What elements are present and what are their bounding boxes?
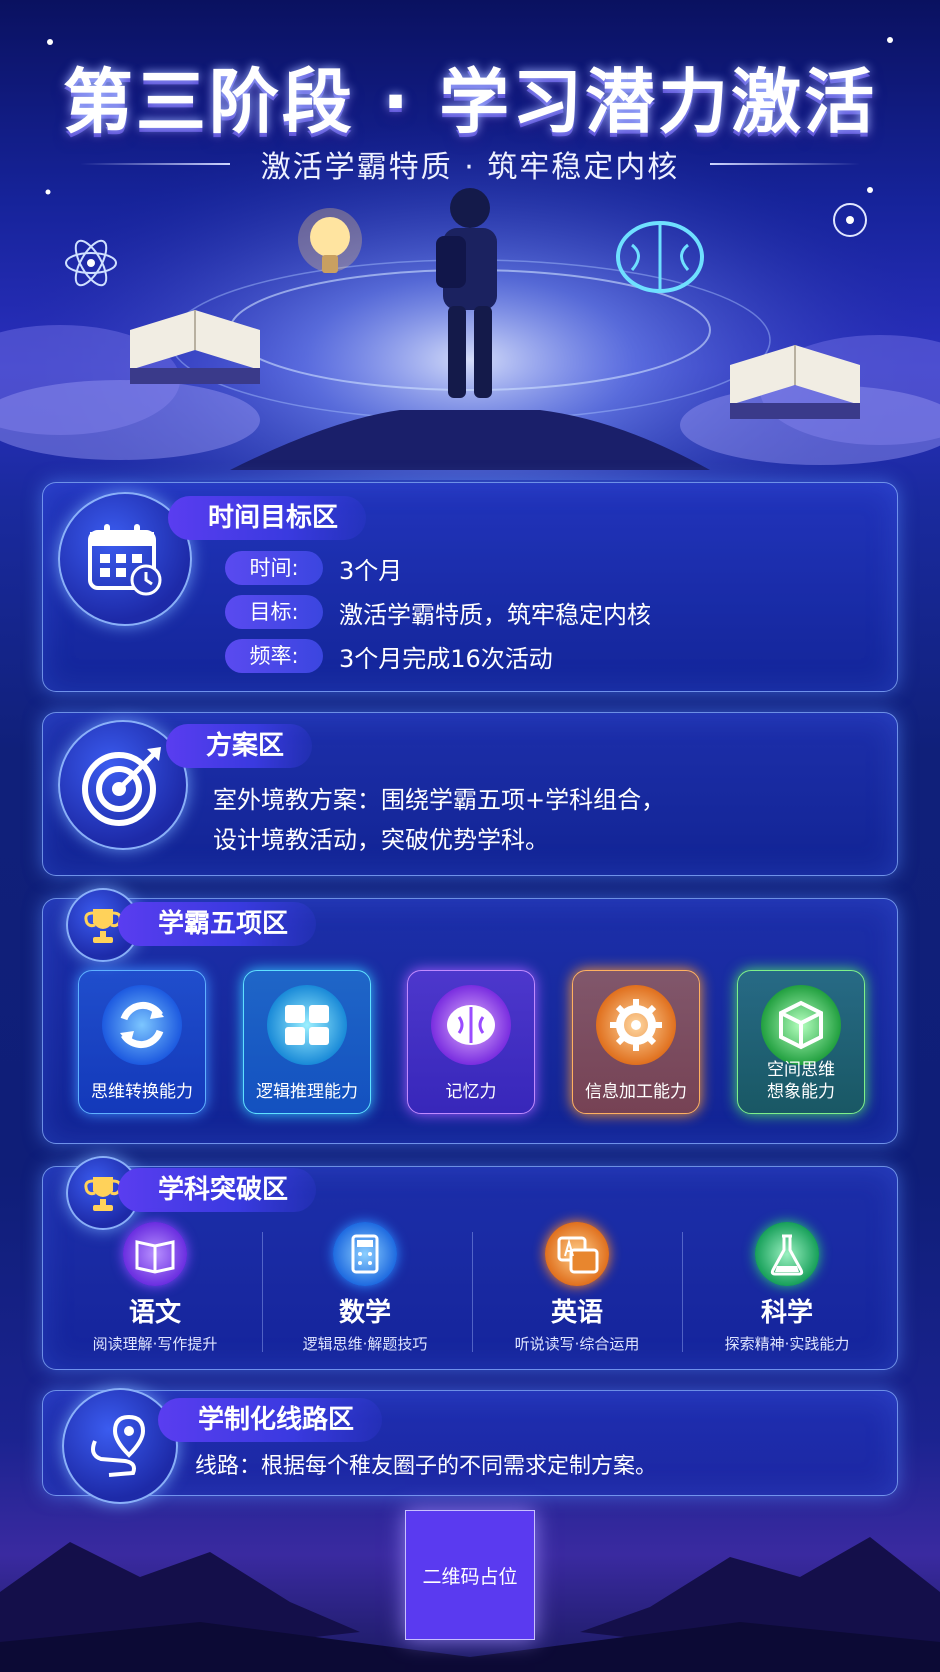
flask-icon — [755, 1222, 819, 1286]
gear-icon — [596, 985, 676, 1065]
skill-label-info: 信息加工能力 — [585, 1082, 687, 1102]
open-book-right-icon — [730, 345, 860, 419]
abc-icon — [545, 1222, 609, 1286]
goal-row: 目标: 激活学霸特质，筑牢稳定内核 — [225, 594, 651, 630]
skill-card-thinking: 思维转换能力 — [78, 970, 206, 1114]
route-text: 线路：根据每个稚友圈子的不同需求定制方案。 — [195, 1454, 658, 1479]
skill-label-thinking: 思维转换能力 — [91, 1082, 193, 1102]
subject-desc-science: 探索精神·实践能力 — [724, 1335, 850, 1353]
subject-math: 数学 逻辑思维·解题技巧 — [260, 1222, 470, 1354]
target-icon — [82, 747, 161, 826]
subject-science: 科学 探索精神·实践能力 — [682, 1222, 892, 1354]
book-icon — [123, 1222, 187, 1286]
calendar-icon — [88, 524, 162, 596]
goal-value: 激活学霸特质，筑牢稳定内核 — [339, 600, 651, 629]
subject-name-chinese: 语文 — [128, 1298, 181, 1328]
calculator-icon — [333, 1222, 397, 1286]
skill-label-logic: 逻辑推理能力 — [256, 1082, 358, 1102]
time-row: 时间: 3个月 — [225, 550, 402, 586]
puzzle-icon — [267, 985, 347, 1065]
skill-label-spatial-1: 空间思维 — [767, 1060, 835, 1080]
page-title: 第三阶段 · 学习潜力激活 — [62, 61, 878, 143]
hero-banner: 第三阶段 · 学习潜力激活 激活学霸特质 · 筑牢稳定内核 — [0, 0, 940, 480]
map-pin-icon — [91, 1414, 146, 1477]
page-subtitle: 激活学霸特质 · 筑牢稳定内核 — [260, 150, 680, 185]
qr-code-placeholder: 二维码占位 — [405, 1510, 535, 1640]
subjects-section-title: 学科突破区 — [118, 1168, 317, 1212]
lightbulb-icon — [298, 208, 362, 273]
subject-english: 英语 听说读写·综合运用 — [472, 1222, 682, 1354]
open-book-left-icon — [130, 310, 260, 384]
subject-name-math: 数学 — [338, 1298, 391, 1328]
route-section-title: 学制化线路区 — [158, 1398, 383, 1442]
plan-line-1: 室外境教方案：围绕学霸五项+学科组合， — [213, 786, 666, 814]
subject-desc-english: 听说读写·综合运用 — [514, 1335, 640, 1353]
goal-key: 目标: — [225, 595, 323, 629]
brain-icon — [616, 221, 704, 293]
skill-card-info: 信息加工能力 — [572, 970, 700, 1114]
time-section-title: 时间目标区 — [168, 496, 367, 540]
time-value: 3个月 — [339, 556, 403, 585]
subject-name-science: 科学 — [760, 1298, 813, 1328]
skill-card-spatial: 空间思维 想象能力 — [737, 970, 865, 1114]
skill-card-memory: 记忆力 — [407, 970, 535, 1114]
subject-desc-math: 逻辑思维·解题技巧 — [302, 1335, 428, 1353]
plan-section-title: 方案区 — [166, 724, 313, 768]
skills-section-title: 学霸五项区 — [118, 902, 317, 946]
frequency-row: 频率: 3个月完成16次活动 — [225, 638, 553, 674]
time-key: 时间: — [225, 551, 323, 585]
subject-chinese: 语文 阅读理解·写作提升 — [50, 1222, 260, 1354]
skill-card-logic: 逻辑推理能力 — [243, 970, 371, 1114]
skill-label-memory: 记忆力 — [445, 1082, 497, 1102]
rotate-arrows-icon — [102, 985, 182, 1065]
subject-desc-chinese: 阅读理解·写作提升 — [92, 1335, 218, 1353]
plan-line-2: 设计境教活动，突破优势学科。 — [213, 826, 549, 854]
frequency-key: 频率: — [225, 639, 323, 673]
frequency-value: 3个月完成16次活动 — [339, 644, 553, 673]
subject-name-english: 英语 — [550, 1298, 603, 1328]
skill-label-spatial-2: 想象能力 — [767, 1082, 835, 1102]
skill-label-spatial: 空间思维 想象能力 — [738, 1059, 864, 1103]
brain-icon — [431, 985, 511, 1065]
atom-icon — [65, 239, 117, 287]
student-figure — [436, 188, 497, 398]
cube-icon — [761, 985, 841, 1065]
molecule-icon — [833, 203, 867, 237]
plan-text: 室外境教方案：围绕学霸五项+学科组合， 设计境教活动，突破优势学科。 — [213, 780, 665, 860]
